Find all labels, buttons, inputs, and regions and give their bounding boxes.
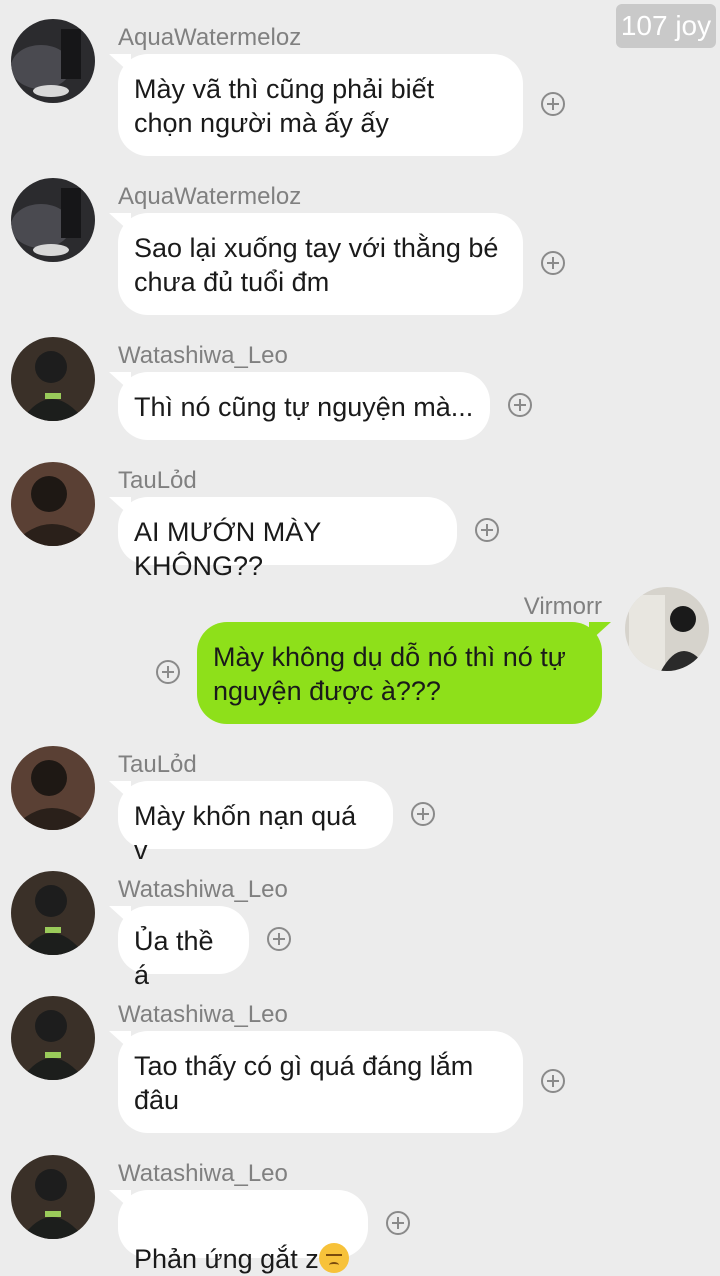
sender-name: TauLỏd (118, 467, 197, 494)
message-bubble[interactable]: Tao thấy có gì quá đáng lắm đâu (118, 1031, 523, 1133)
message-bubble[interactable]: Phản ứng gắt z (118, 1190, 368, 1274)
leo-avatar[interactable] (11, 337, 95, 421)
message-bubble[interactable]: Sao lại xuống tay với thằng bé chưa đủ t… (118, 213, 523, 315)
pensive-face-icon (318, 1243, 349, 1273)
leo-avatar[interactable] (11, 996, 95, 1080)
leo-avatar[interactable] (11, 1155, 95, 1239)
add-reaction-icon[interactable] (386, 1211, 410, 1235)
message-bubble[interactable]: Ủa thề á (118, 906, 249, 990)
add-reaction-icon[interactable] (475, 518, 499, 542)
chat-message: AquaWatermeloz Mày vã thì cũng phải biết… (0, 0, 720, 160)
add-reaction-icon[interactable] (267, 927, 291, 951)
sender-name: Virmorr (523, 593, 602, 620)
add-reaction-icon[interactable] (541, 251, 565, 275)
aqua-avatar[interactable] (11, 19, 95, 103)
sender-name: Watashiwa_Leo (118, 1160, 288, 1187)
message-bubble[interactable]: Mày không dụ dỗ nó thì nó tự nguyện được… (197, 622, 602, 724)
sender-name: Watashiwa_Leo (118, 1001, 288, 1028)
taulod-avatar[interactable] (11, 462, 95, 546)
chat-message: Watashiwa_Leo Tao thấy có gì quá đáng lắ… (0, 985, 720, 1145)
chat-message: Watashiwa_Leo Thì nó cũng tự nguyện mà..… (0, 320, 720, 445)
message-bubble[interactable]: AI MƯỚN MÀY KHÔNG?? (118, 497, 457, 581)
message-text: Phản ứng gắt z (134, 1244, 319, 1274)
leo-avatar[interactable] (11, 871, 95, 955)
sender-name: AquaWatermeloz (118, 24, 302, 51)
add-reaction-icon[interactable] (541, 1069, 565, 1093)
message-bubble[interactable]: Mày khốn nạn quá v (118, 781, 393, 865)
chat-message: Watashiwa_Leo Phản ứng gắt z (0, 1145, 720, 1274)
add-reaction-icon[interactable] (508, 393, 532, 417)
sender-name: Watashiwa_Leo (118, 876, 288, 903)
sender-name: Watashiwa_Leo (118, 342, 288, 369)
virmorr-avatar[interactable] (625, 587, 709, 671)
sender-name: TauLỏd (118, 751, 197, 778)
chat-message: AquaWatermeloz Sao lại xuống tay với thằ… (0, 160, 720, 320)
aqua-avatar[interactable] (11, 178, 95, 262)
chat-message: Watashiwa_Leo Ủa thề á (0, 860, 720, 990)
add-reaction-icon[interactable] (411, 802, 435, 826)
taulod-avatar[interactable] (11, 746, 95, 830)
sender-name: AquaWatermeloz (118, 183, 302, 210)
message-bubble[interactable]: Thì nó cũng tự nguyện mà... (118, 372, 490, 440)
add-reaction-icon[interactable] (156, 660, 180, 684)
message-bubble[interactable]: Mày vã thì cũng phải biết chọn người mà … (118, 54, 523, 156)
chat-message: TauLỏd AI MƯỚN MÀY KHÔNG?? (0, 445, 720, 581)
chat-message: Virmorr Mày không dụ dỗ nó thì nó tự ngu… (0, 575, 720, 735)
add-reaction-icon[interactable] (541, 92, 565, 116)
chat-message: TauLỏd Mày khốn nạn quá v (0, 735, 720, 865)
